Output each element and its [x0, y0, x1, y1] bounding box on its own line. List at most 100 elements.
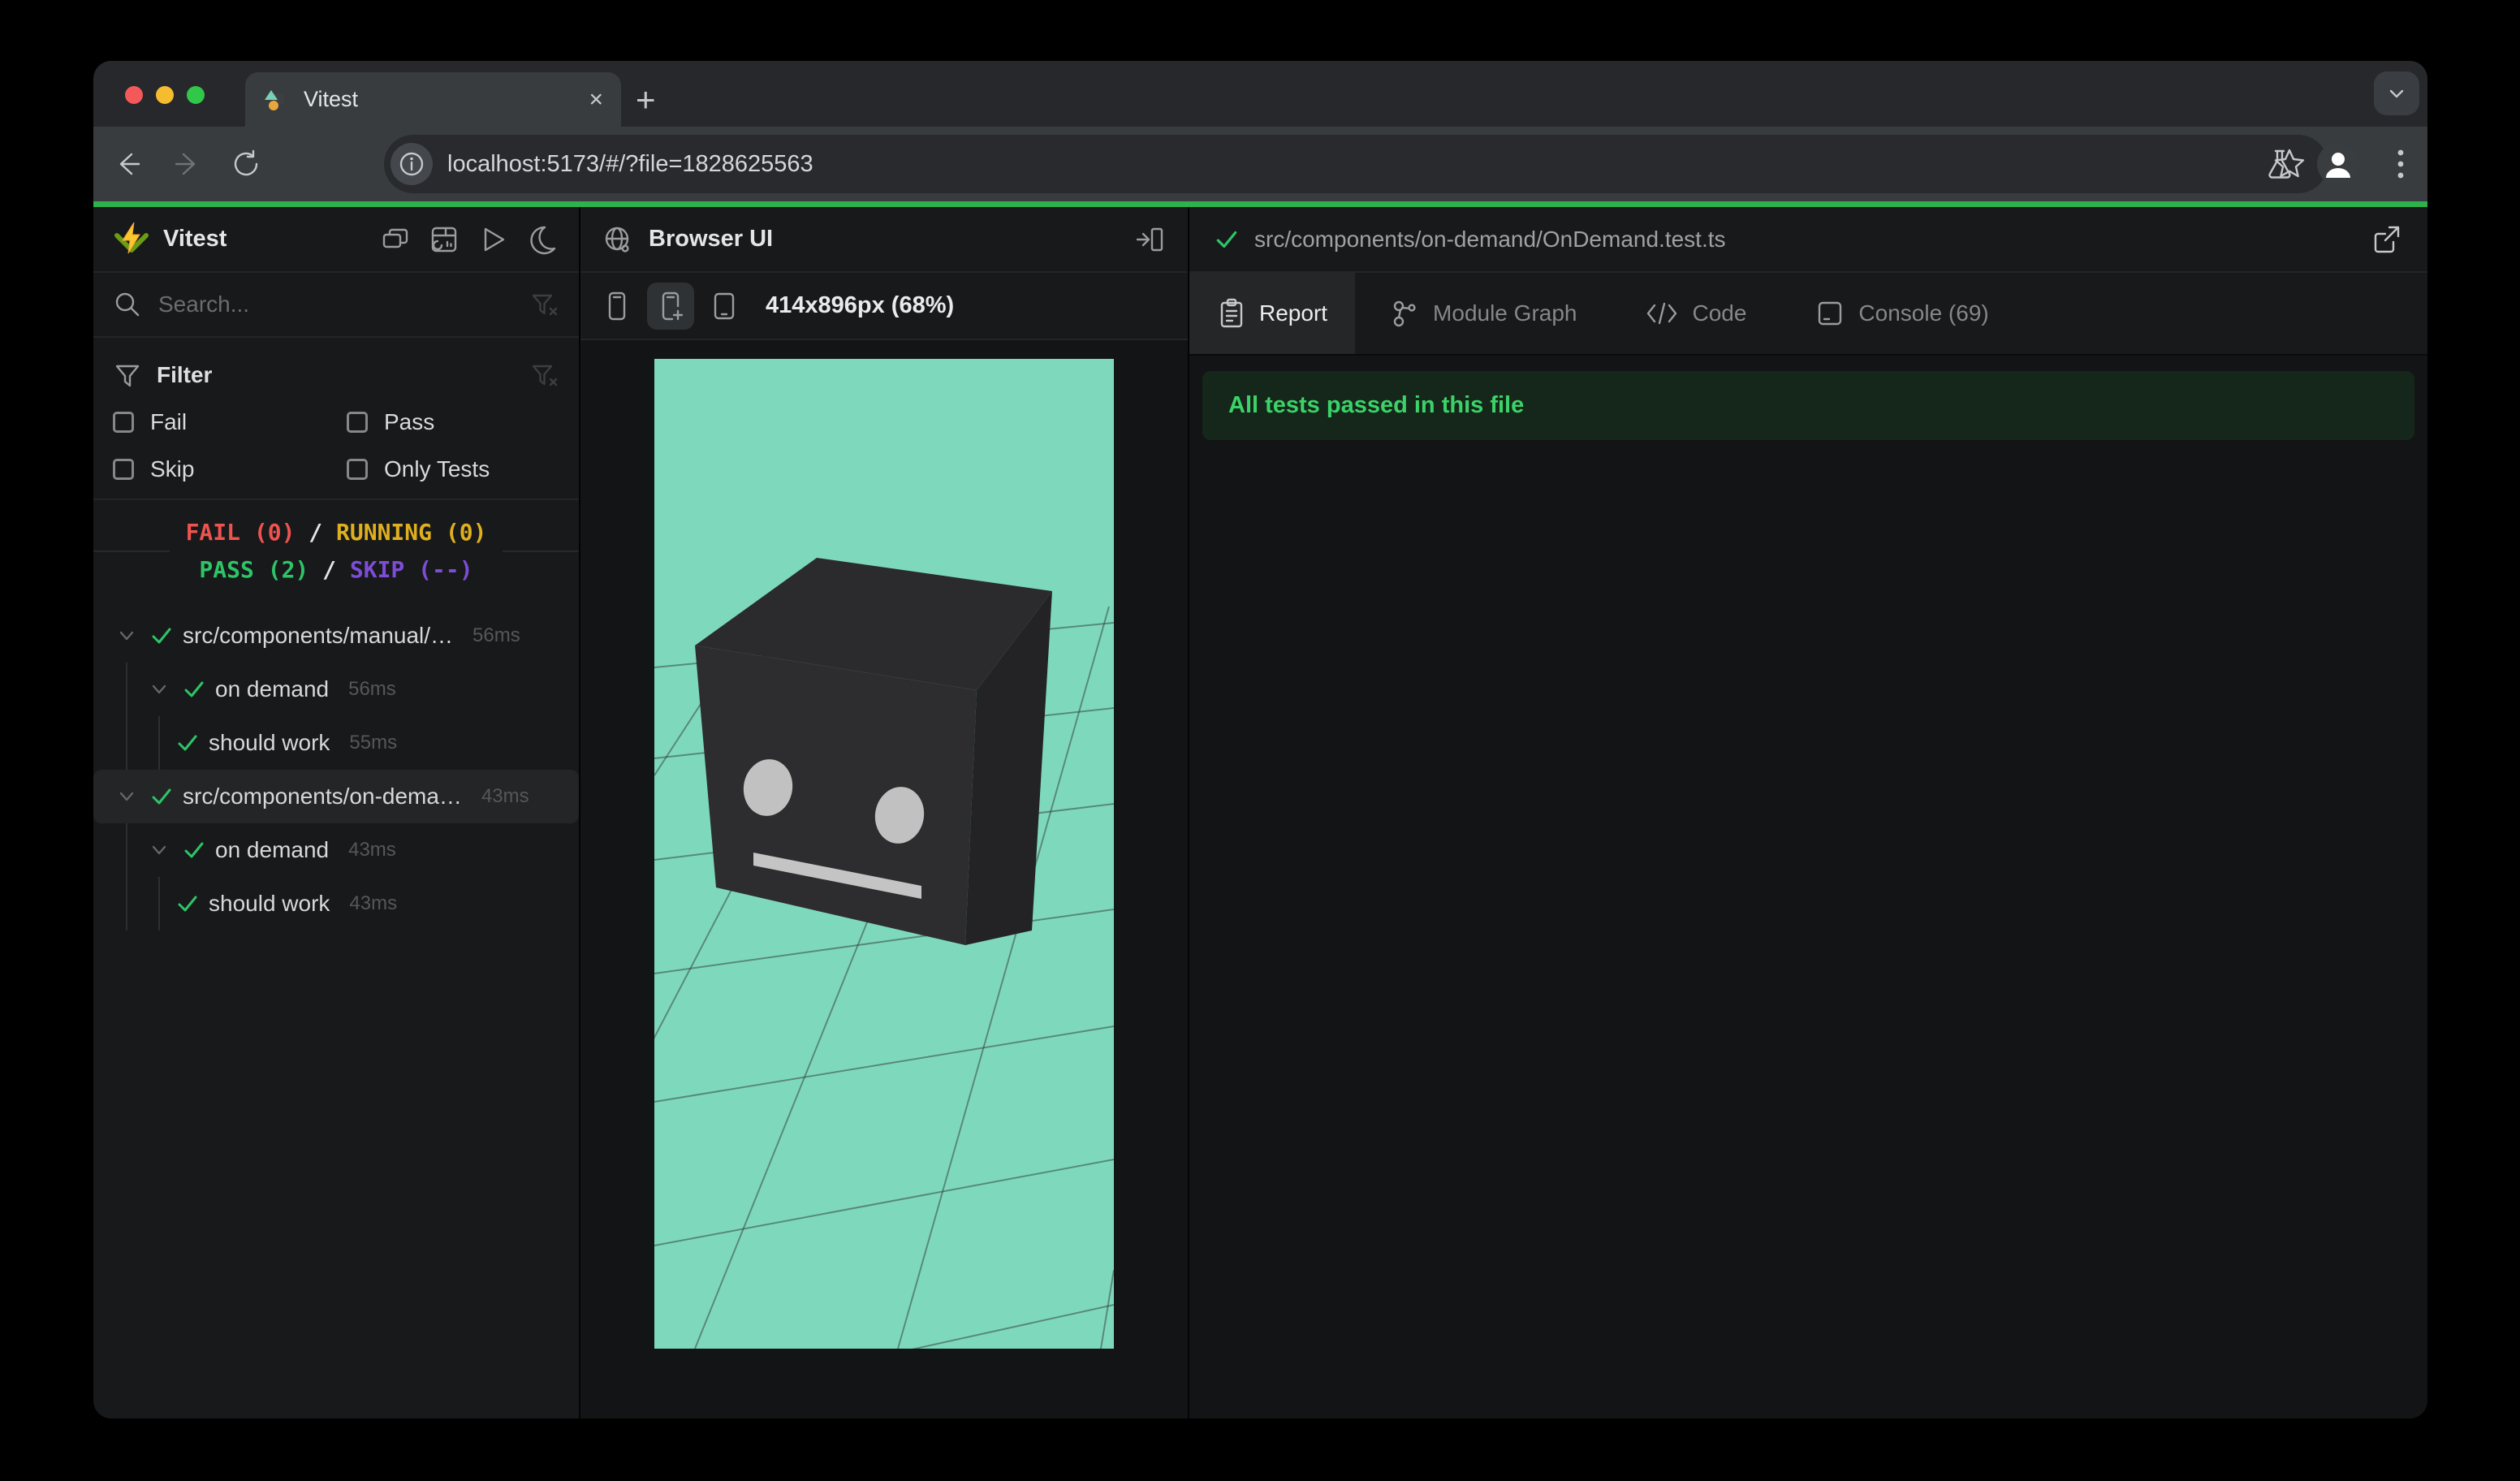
chevron-down-icon[interactable]	[145, 836, 173, 864]
test-label: src/components/manual/…	[183, 623, 454, 648]
skip-checkbox-box[interactable]	[113, 459, 134, 480]
address-bar[interactable]: localhost:5173/#/?file=1828625563	[384, 135, 2328, 193]
reload-button[interactable]	[230, 127, 262, 201]
close-window-button[interactable]	[125, 86, 143, 104]
report-panel: src/components/on-demand/OnDemand.test.t…	[1189, 207, 2427, 1418]
progress-bar	[93, 201, 2427, 207]
test-label: on demand	[215, 837, 330, 862]
checkbox-pass[interactable]: Pass	[347, 409, 559, 435]
pass-check-icon	[149, 784, 175, 810]
browser-viewport[interactable]	[654, 359, 1114, 1349]
tree-row-test[interactable]: should work 55ms	[93, 716, 579, 770]
checkbox-only-tests[interactable]: Only Tests	[347, 456, 559, 482]
checkbox-skip[interactable]: Skip	[113, 456, 347, 482]
only-tests-checkbox-box[interactable]	[347, 459, 368, 480]
status-summary: FAIL (0) / RUNNING (0) PASS (2) / SKIP (…	[93, 500, 579, 602]
tree-row-file-on-demand[interactable]: src/components/on-dema… 43ms	[93, 770, 579, 823]
tab-module-graph-label: Module Graph	[1433, 300, 1577, 326]
tab-code[interactable]: Code	[1611, 273, 1780, 354]
test-tree: src/components/manual/… 56ms on demand 5…	[93, 602, 579, 930]
experiments-flask-icon[interactable]	[2263, 127, 2297, 201]
run-all-button[interactable]	[475, 222, 511, 257]
filter-section: Filter Fail Pass Skip Only Tests	[93, 338, 579, 500]
device-toolbar: 414x896px (68%)	[580, 273, 1188, 340]
pass-check-icon	[181, 837, 207, 863]
fail-checkbox-box[interactable]	[113, 412, 134, 433]
dashboard-button[interactable]	[426, 222, 462, 257]
tab-close-icon[interactable]: ×	[589, 87, 603, 112]
search-bar[interactable]	[93, 273, 579, 338]
new-tab-button[interactable]: +	[636, 80, 656, 119]
chevron-down-icon[interactable]	[145, 676, 173, 703]
search-input[interactable]	[158, 291, 529, 317]
tab-search-button[interactable]	[2374, 71, 2419, 115]
clear-filter-icon[interactable]	[529, 360, 559, 391]
console-terminal-icon	[1819, 301, 1842, 326]
tab-strip: Vitest × +	[93, 61, 2427, 127]
test-duration: 55ms	[349, 732, 398, 753]
pass-label: Pass	[384, 409, 435, 434]
url-text[interactable]: localhost:5173/#/?file=1828625563	[447, 151, 2272, 178]
forward-button[interactable]	[171, 127, 204, 201]
checkbox-fail[interactable]: Fail	[113, 409, 347, 435]
pass-check-icon	[181, 676, 207, 702]
fail-count: FAIL (0)	[185, 519, 296, 546]
tab-console-label: Console (69)	[1858, 300, 1989, 326]
browser-toolbar: localhost:5173/#/?file=1828625563	[93, 127, 2427, 201]
pass-check-icon	[149, 623, 175, 649]
back-button[interactable]	[111, 127, 144, 201]
pass-checkbox-box[interactable]	[347, 412, 368, 433]
device-tablet-button[interactable]	[701, 283, 748, 330]
tree-row-file-manual[interactable]: src/components/manual/… 56ms	[93, 609, 579, 663]
tab-module-graph[interactable]: Module Graph	[1355, 273, 1611, 354]
browser-tab[interactable]: Vitest ×	[245, 72, 621, 127]
test-duration: 56ms	[348, 678, 396, 700]
test-label: should work	[209, 891, 330, 916]
test-label: src/components/on-dema…	[183, 784, 462, 809]
site-info-icon[interactable]	[391, 143, 433, 185]
test-duration: 43ms	[349, 892, 398, 914]
robot-cube	[695, 558, 1052, 945]
fail-label: Fail	[150, 409, 188, 434]
test-duration: 43ms	[481, 785, 529, 807]
vitest-logo-icon	[114, 222, 149, 253]
tree-row-test[interactable]: should work 43ms	[93, 877, 579, 930]
profile-avatar[interactable]	[2316, 127, 2360, 201]
browser-menu-icon[interactable]	[2384, 127, 2417, 201]
minimize-window-button[interactable]	[156, 86, 174, 104]
chevron-down-icon	[2389, 89, 2404, 98]
device-phone-button[interactable]	[593, 283, 641, 330]
device-phone-add-button[interactable]	[647, 282, 694, 330]
tab-report[interactable]: Report	[1189, 273, 1356, 354]
external-link-icon[interactable]	[2369, 222, 2403, 257]
zoom-window-button[interactable]	[187, 86, 205, 104]
tab-console[interactable]: Console (69)	[1780, 273, 2022, 354]
tab-favicon-icon	[265, 89, 284, 110]
only-tests-label: Only Tests	[384, 456, 490, 481]
search-icon	[115, 292, 140, 317]
running-count: RUNNING (0)	[336, 519, 487, 546]
file-pass-check-icon	[1216, 231, 1237, 248]
clear-search-filter-icon[interactable]	[529, 289, 559, 320]
test-label: should work	[209, 730, 330, 755]
panel-expand-icon[interactable]	[1133, 222, 1167, 257]
moon-icon	[530, 226, 556, 254]
pass-check-icon	[175, 730, 201, 756]
cascade-windows-button[interactable]	[378, 222, 413, 257]
tree-row-suite[interactable]: on demand 56ms	[93, 663, 579, 716]
pass-check-icon	[175, 891, 201, 917]
funnel-icon	[115, 365, 140, 387]
tab-report-label: Report	[1259, 300, 1328, 326]
browser-ui-panel: Browser UI 414x896px (68%)	[580, 207, 1189, 1418]
filter-title: Filter	[157, 362, 213, 387]
chevron-down-icon[interactable]	[113, 783, 140, 810]
test-duration: 56ms	[472, 624, 520, 646]
code-brackets-icon	[1647, 302, 1677, 325]
preview-area	[580, 340, 1188, 1418]
viewport-dimensions: 414x896px (68%)	[766, 292, 955, 318]
clipboard-icon	[1220, 298, 1243, 328]
chevron-down-icon[interactable]	[113, 622, 140, 650]
theme-toggle-button[interactable]	[524, 222, 559, 257]
banner-text: All tests passed in this file	[1228, 392, 1525, 418]
tree-row-suite[interactable]: on demand 43ms	[93, 823, 579, 877]
